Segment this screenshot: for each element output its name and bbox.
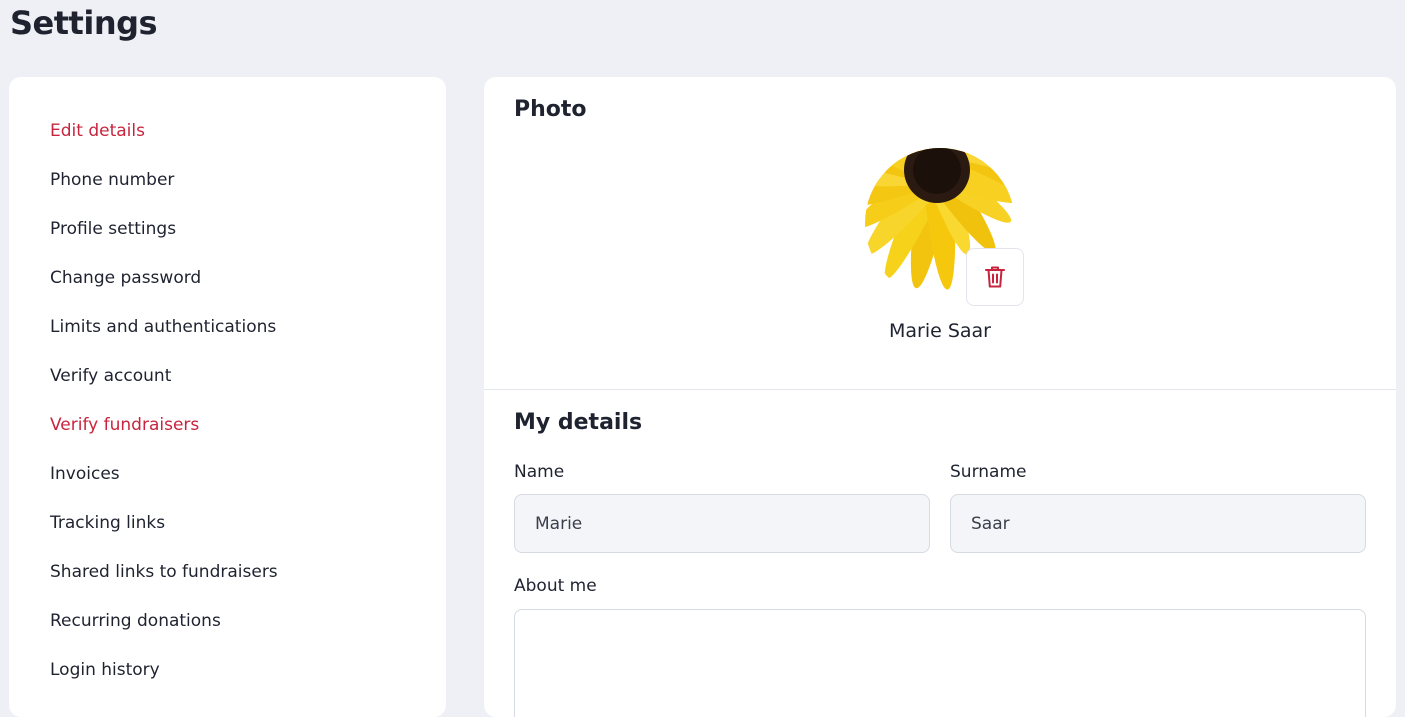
sidebar-item-verify-fundraisers[interactable]: Verify fundraisers [50,413,278,462]
settings-main-panel: Photo Marie Saar My details Name Marie S… [484,77,1396,717]
sidebar-item-recurring-donations[interactable]: Recurring donations [50,609,278,658]
settings-sidebar: Edit details Phone number Profile settin… [9,77,446,717]
name-input[interactable] [514,494,930,553]
page-title: Settings [10,4,158,42]
about-me-label: About me [514,576,597,596]
surname-input[interactable] [950,494,1366,553]
profile-name: Marie Saar [888,320,991,342]
my-details-section-title: My details [514,410,643,435]
sidebar-item-login-history[interactable]: Login history [50,658,278,707]
sidebar-item-tracking-links[interactable]: Tracking links [50,511,278,560]
trash-icon [985,266,1005,288]
sidebar-item-invoices[interactable]: Invoices [50,462,278,511]
photo-section-title: Photo [514,97,587,122]
name-label: Name [514,462,565,482]
sidebar-item-phone-number[interactable]: Phone number [50,168,278,217]
sidebar-item-change-password[interactable]: Change password [50,266,278,315]
delete-photo-button[interactable] [966,248,1024,306]
sidebar-item-verify-account[interactable]: Verify account [50,364,278,413]
sidebar-item-shared-links[interactable]: Shared links to fundraisers [50,560,278,609]
sidebar-item-limits-authentications[interactable]: Limits and authentications [50,315,278,364]
about-me-textarea[interactable] [514,609,1366,717]
sidebar-item-profile-settings[interactable]: Profile settings [50,217,278,266]
sidebar-item-edit-details[interactable]: Edit details [50,119,278,168]
surname-label: Surname [950,462,1027,482]
section-divider [484,389,1396,390]
settings-nav: Edit details Phone number Profile settin… [50,119,278,707]
